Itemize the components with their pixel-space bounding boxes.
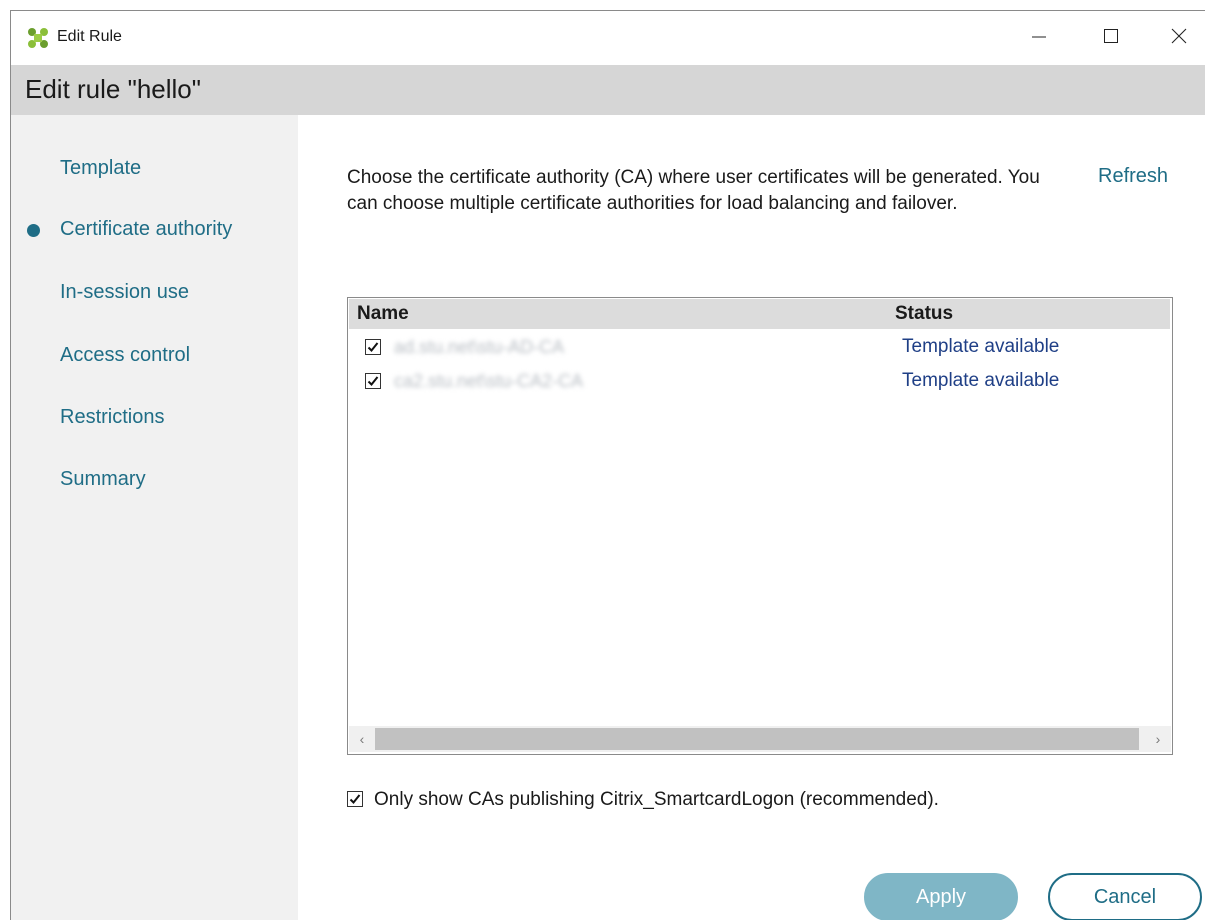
row-checkbox[interactable] (365, 373, 381, 389)
maximize-button[interactable] (1083, 11, 1139, 61)
description-text: Choose the certificate authority (CA) wh… (347, 167, 1040, 214)
apply-button[interactable]: Apply (864, 873, 1018, 920)
sidebar-item-summary[interactable]: Summary (60, 468, 146, 491)
column-header-status[interactable]: Status (895, 303, 953, 325)
minimize-button[interactable] (1011, 11, 1067, 61)
scroll-left-arrow-icon[interactable]: ‹ (349, 726, 375, 752)
title-bar[interactable]: Edit Rule (11, 11, 1205, 65)
page-title: Edit rule "hello" (25, 74, 201, 104)
ca-name: ca2.stu.net\stu-CA2-CA (394, 371, 584, 391)
window-title: Edit Rule (57, 28, 122, 45)
list-header: Name Status (349, 299, 1170, 329)
page-header: Edit rule "hello" (11, 65, 1205, 115)
scrollbar-thumb[interactable] (375, 728, 1139, 750)
table-row[interactable]: ca2.stu.net\stu-CA2-CA Template availabl… (349, 365, 1170, 399)
ca-status: Template available (902, 336, 1060, 357)
scroll-right-arrow-icon[interactable]: › (1145, 726, 1171, 752)
ca-name: ad.stu.net\stu-AD-CA (394, 337, 565, 357)
ca-list[interactable]: Name Status ad.stu.net\stu-AD-CA Templat… (347, 297, 1173, 755)
only-show-checkbox[interactable] (347, 791, 363, 807)
sidebar-item-certificate-authority[interactable]: Certificate authority (60, 218, 232, 241)
edit-rule-window: Edit Rule Edit rule "hello" Template Cer… (10, 10, 1205, 920)
close-button[interactable] (1151, 11, 1205, 61)
sidebar-item-in-session-use[interactable]: In-session use (60, 281, 189, 304)
active-step-indicator (27, 224, 40, 237)
sidebar-item-access-control[interactable]: Access control (60, 344, 190, 367)
horizontal-scrollbar[interactable]: ‹ › (349, 726, 1171, 752)
close-icon (1171, 28, 1187, 44)
wizard-sidebar: Template Certificate authority In-sessio… (11, 115, 298, 920)
sidebar-item-template[interactable]: Template (60, 157, 141, 180)
cancel-button[interactable]: Cancel (1048, 873, 1202, 920)
main-content: Choose the certificate authority (CA) wh… (298, 115, 1205, 920)
citrix-logo-icon (27, 27, 49, 49)
ca-status: Template available (902, 370, 1060, 391)
maximize-icon (1103, 28, 1119, 44)
table-row[interactable]: ad.stu.net\stu-AD-CA Template available (349, 331, 1170, 365)
only-show-label[interactable]: Only show CAs publishing Citrix_Smartcar… (374, 789, 939, 811)
sidebar-item-restrictions[interactable]: Restrictions (60, 406, 164, 429)
refresh-link[interactable]: Refresh (1098, 165, 1168, 188)
minimize-icon (1031, 28, 1047, 44)
column-header-name[interactable]: Name (357, 303, 409, 325)
row-checkbox[interactable] (365, 339, 381, 355)
